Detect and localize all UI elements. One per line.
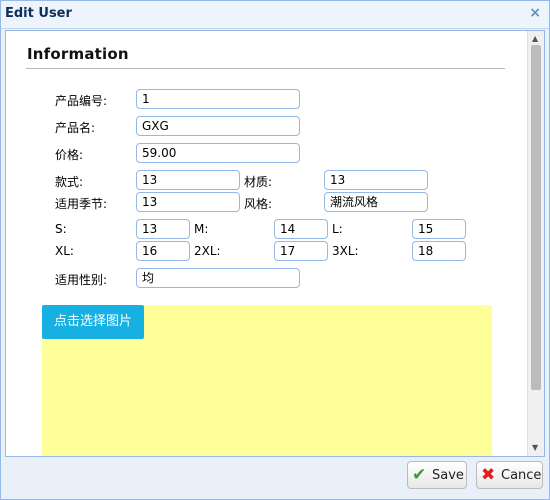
vertical-scrollbar[interactable]: ▲ ▼ xyxy=(527,31,544,456)
size-l-label: L: xyxy=(332,222,343,236)
dialog-footer: ✔ Save ✖ Cancel xyxy=(5,457,543,495)
size-xl-label: XL: xyxy=(55,244,74,258)
season-field[interactable]: 13 xyxy=(136,192,240,212)
save-button-label: Save xyxy=(432,468,464,483)
size-m-label: M: xyxy=(194,222,209,236)
size-s-label: S: xyxy=(55,222,67,236)
product-code-field[interactable]: 1 xyxy=(136,89,300,109)
product-code-label: 产品编号: xyxy=(55,94,108,108)
select-image-button[interactable]: 点击选择图片 xyxy=(42,305,144,339)
dialog-title: Edit User xyxy=(5,6,72,21)
cross-icon: ✖ xyxy=(481,465,496,485)
size-xl-field[interactable]: 16 xyxy=(136,241,190,261)
size-3xl-field[interactable]: 18 xyxy=(412,241,466,261)
size-s-field[interactable]: 13 xyxy=(136,219,190,239)
dialog-body: Information 产品编号: 1 产品名: GXG 价格: 59.00 款… xyxy=(5,30,545,457)
scrollbar-thumb[interactable] xyxy=(531,45,541,390)
material-label: 材质: xyxy=(244,175,273,189)
size-2xl-label: 2XL: xyxy=(194,244,221,258)
close-icon[interactable]: × xyxy=(529,5,541,21)
save-button[interactable]: ✔ Save xyxy=(407,461,467,489)
scroll-down-arrow-icon[interactable]: ▼ xyxy=(532,444,538,452)
cancel-button-label: Cancel xyxy=(501,468,543,483)
price-label: 价格: xyxy=(55,148,84,162)
section-divider xyxy=(26,68,505,69)
check-icon: ✔ xyxy=(412,465,427,485)
product-name-field[interactable]: GXG xyxy=(136,116,300,136)
size-3xl-label: 3XL: xyxy=(332,244,359,258)
gender-field[interactable]: 均 xyxy=(136,268,300,288)
edit-user-dialog: Edit User × Information 产品编号: 1 产品名: GXG… xyxy=(0,0,550,500)
product-name-label: 产品名: xyxy=(55,121,96,135)
gender-label: 适用性别: xyxy=(55,273,108,287)
fashion-style-label: 风格: xyxy=(244,197,273,211)
dialog-titlebar[interactable]: Edit User × xyxy=(1,1,549,29)
size-2xl-field[interactable]: 17 xyxy=(274,241,328,261)
section-title: Information xyxy=(27,45,129,63)
style-label: 款式: xyxy=(55,175,84,189)
fashion-style-field[interactable]: 潮流风格 xyxy=(324,192,428,212)
scroll-up-arrow-icon[interactable]: ▲ xyxy=(532,35,538,43)
style-field[interactable]: 13 xyxy=(136,170,240,190)
cancel-button[interactable]: ✖ Cancel xyxy=(476,461,543,489)
size-l-field[interactable]: 15 xyxy=(412,219,466,239)
material-field[interactable]: 13 xyxy=(324,170,428,190)
season-label: 适用季节: xyxy=(55,197,108,211)
price-field[interactable]: 59.00 xyxy=(136,143,300,163)
size-m-field[interactable]: 14 xyxy=(274,219,328,239)
